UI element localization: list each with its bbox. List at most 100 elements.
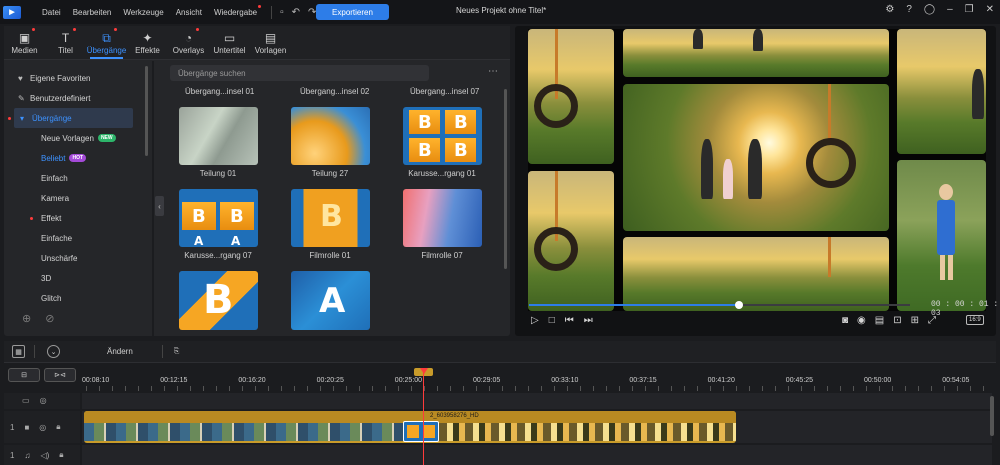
preview-canvas[interactable]	[528, 29, 986, 311]
category-transitions[interactable]: ▾ Übergänge	[8, 108, 133, 128]
export-button[interactable]: Exportieren	[316, 4, 389, 20]
thumb-letter: B	[230, 206, 244, 227]
subcategory-item[interactable]: Neue Vorlagen NEW	[4, 128, 150, 148]
safe-zone-icon[interactable]: ⊞	[911, 315, 919, 326]
transition-thumb-teilung-01[interactable]	[179, 107, 258, 165]
toolbar-separator	[162, 345, 163, 358]
menu-item-1[interactable]: Bearbeiten	[73, 8, 112, 17]
subcategory-item[interactable]: Einfach	[4, 168, 150, 188]
timeline-ruler[interactable]: ⊟ ⊳⊲ 00:08:10 00:12:15 00:16:20 00:20:25 00:…	[4, 364, 996, 392]
help-icon[interactable]: ?	[906, 4, 912, 15]
subcategory-item[interactable]: Effekt	[4, 208, 150, 228]
category-favorites[interactable]: ♥ Eigene Favoriten	[4, 68, 150, 88]
minimize-icon[interactable]: –	[947, 4, 953, 15]
tab-label: Untertitel	[213, 46, 246, 55]
snap-button[interactable]: ⊳⊲	[44, 368, 76, 382]
subtitle-toggle-icon[interactable]: ▤	[875, 315, 884, 326]
thumb-label: Filmrolle 01	[309, 251, 351, 260]
ruler-minor-tick	[502, 386, 503, 391]
transition-thumb-row3-2[interactable]: A	[291, 271, 370, 330]
transition-thumb-teilung-27[interactable]	[291, 107, 370, 165]
transition-thumb-filmrolle-07[interactable]	[403, 189, 482, 247]
prev-frame-icon[interactable]: ⏮	[565, 315, 574, 326]
video-camera-icon: ■	[24, 422, 30, 432]
ruler-minor-tick	[372, 386, 373, 391]
ruler-minor-tick	[476, 386, 477, 391]
transition-thumb-karussell-07[interactable]: B B A A	[179, 189, 258, 247]
subcategory-item[interactable]: Kamera	[4, 188, 150, 208]
ruler-minor-tick	[671, 386, 672, 391]
remove-tag-icon[interactable]: ⊘	[45, 312, 54, 325]
next-frame-icon[interactable]: ⏭	[584, 315, 593, 326]
close-icon[interactable]: ✕	[986, 4, 994, 15]
ruler-minor-tick	[658, 386, 659, 391]
playhead-line[interactable]	[423, 372, 424, 465]
timeline-view-button[interactable]: ▦	[12, 345, 25, 358]
tab-0[interactable]: ▣ Medien	[4, 26, 45, 59]
quality-icon[interactable]: ◉	[857, 315, 866, 326]
playback-progress[interactable]	[529, 301, 910, 309]
menu-item-0[interactable]: Datei	[42, 8, 61, 17]
eye-icon[interactable]: ◎	[40, 396, 47, 405]
insert-icon[interactable]: ⎘	[170, 345, 183, 358]
thumb-label: Übergang...insel 07	[410, 87, 480, 96]
dropdown-button[interactable]: ⌄	[47, 345, 60, 358]
more-options-icon[interactable]: ⋯	[488, 66, 498, 77]
lock-icon[interactable]: 🔒︎	[59, 450, 63, 460]
transition-marker[interactable]	[403, 421, 439, 442]
ruler-minor-tick	[333, 386, 334, 391]
grid-scrollbar[interactable]	[504, 89, 507, 269]
tab-6[interactable]: ▤ Vorlagen	[250, 26, 291, 59]
save-icon[interactable]: ▫	[280, 7, 284, 18]
lock-icon[interactable]: 🔒︎	[56, 422, 60, 432]
add-tag-icon[interactable]: ⊕	[22, 312, 31, 325]
tab-3[interactable]: ✦ Effekte	[127, 26, 168, 59]
menu-item-3[interactable]: Ansicht	[176, 8, 202, 17]
speaker-icon[interactable]: ◁)	[40, 451, 49, 460]
settings-icon[interactable]: ⚙	[885, 4, 894, 15]
person-figure	[748, 139, 762, 199]
transition-thumb-filmrolle-01[interactable]: B	[291, 189, 370, 247]
thumb-letter: B	[454, 112, 468, 133]
subcategory-item[interactable]: Beliebt HOT	[4, 148, 150, 168]
account-icon[interactable]: ◯	[924, 4, 935, 15]
subcategory-item[interactable]: 3D	[4, 268, 150, 288]
edit-button[interactable]: Ändern	[107, 347, 133, 356]
transition-thumb-row3-1[interactable]: B	[179, 271, 258, 330]
ruler-minor-tick	[489, 386, 490, 391]
zoom-fit-button[interactable]: ⊟	[8, 368, 40, 382]
ruler-minor-tick	[632, 386, 633, 391]
collapse-panel-button[interactable]: ‹	[155, 196, 164, 216]
search-input[interactable]: Übergänge suchen	[170, 65, 429, 81]
ruler-minor-tick	[892, 386, 893, 391]
tire-swing	[534, 84, 578, 128]
subcategory-item[interactable]: Glitch	[4, 288, 150, 308]
menu-item-2[interactable]: Werkzeuge	[123, 8, 163, 17]
snapshot-icon[interactable]: ◙	[842, 315, 848, 326]
ruler-tick-label: 00:29:05	[473, 377, 501, 384]
crop-icon[interactable]: ⊡	[893, 315, 901, 326]
undo-icon[interactable]: ↶	[292, 7, 300, 18]
subcategory-item[interactable]: Unschärfe	[4, 248, 150, 268]
menu-item-4[interactable]: Wiedergabe	[214, 4, 262, 17]
stop-icon[interactable]: □	[549, 315, 555, 326]
track-audio-1[interactable]	[82, 445, 992, 465]
maximize-icon[interactable]: ❐	[965, 4, 974, 15]
tab-4[interactable]: ◔ Overlays	[168, 26, 209, 59]
category-scrollbar[interactable]	[145, 66, 148, 156]
timeline-scrollbar[interactable]	[990, 396, 994, 436]
progress-knob[interactable]	[734, 301, 743, 309]
tab-1[interactable]: T Titel	[45, 26, 86, 59]
thumb-tile: B	[182, 202, 216, 230]
subcategory-item[interactable]: Einfache	[4, 228, 150, 248]
play-icon[interactable]: ▷	[531, 315, 539, 326]
transition-thumb-karussell-01[interactable]: B B B B	[403, 107, 482, 165]
track-view-icon[interactable]: ▭	[22, 396, 30, 405]
eye-icon[interactable]: ◎	[39, 423, 46, 432]
category-custom[interactable]: ✎ Benutzerdefiniert	[4, 88, 150, 108]
tab-2[interactable]: ⧉ Übergänge	[86, 26, 127, 59]
tab-5[interactable]: ▭ Untertitel	[209, 26, 250, 59]
fullscreen-icon[interactable]: ⤢	[928, 315, 936, 326]
ruler-minor-tick	[827, 386, 828, 391]
aspect-ratio-button[interactable]: 16:9	[966, 315, 984, 325]
